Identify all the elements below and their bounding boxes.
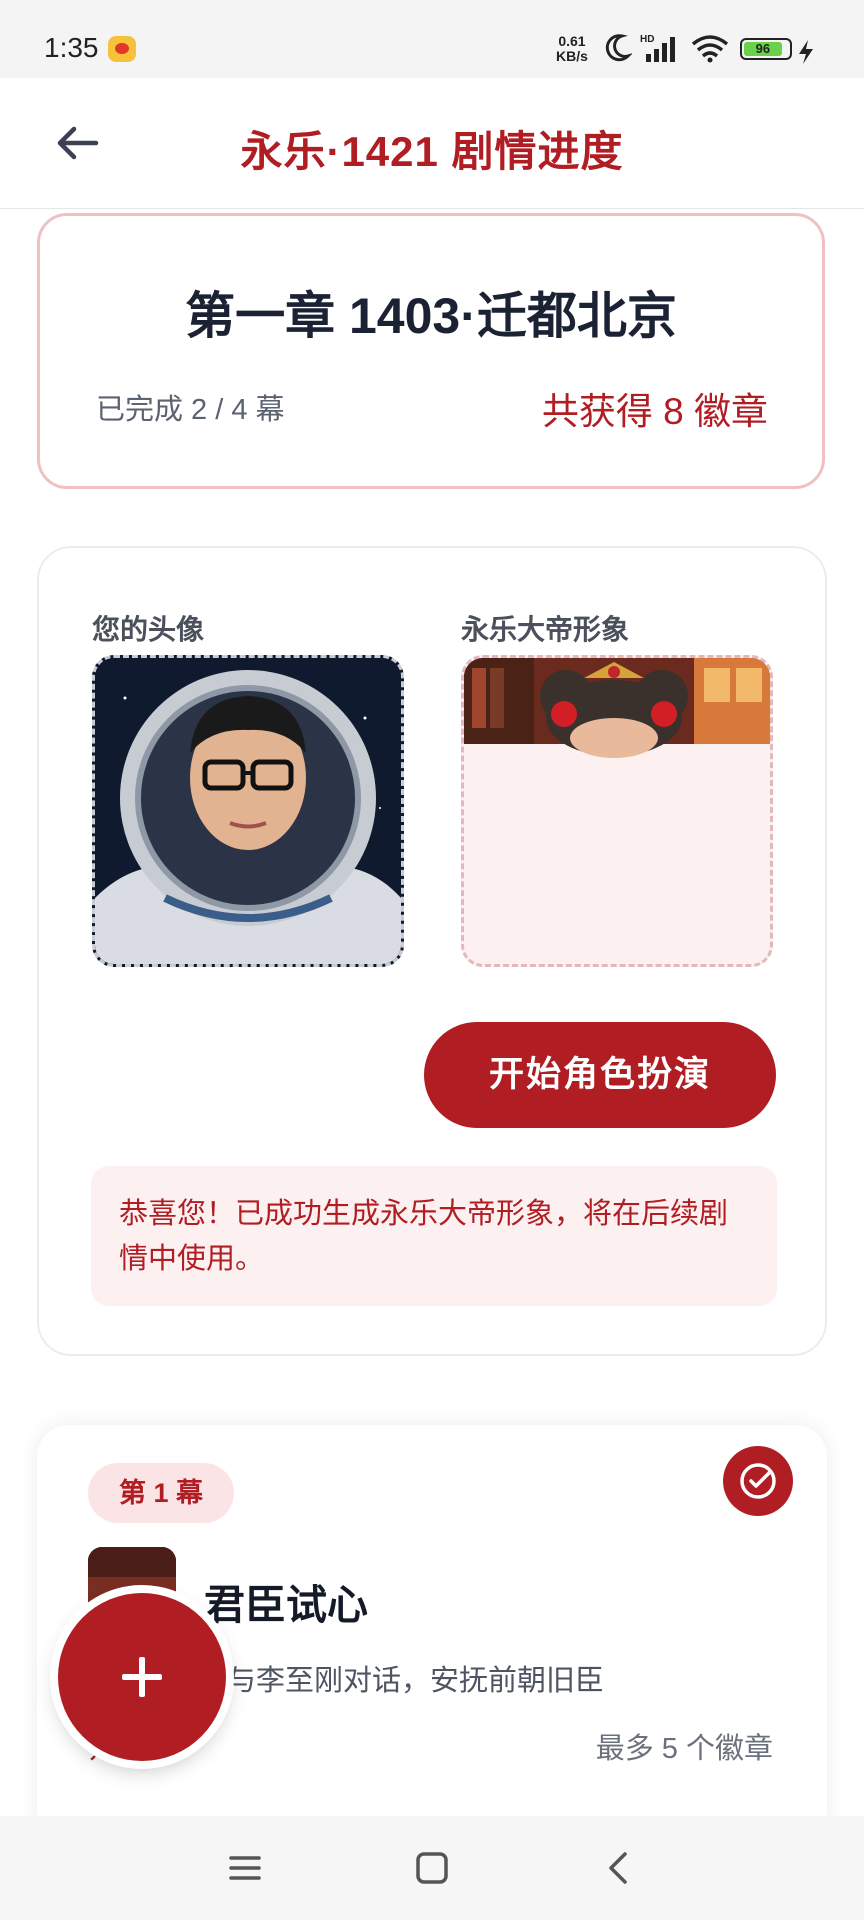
network-speed: 0.61 KB/s	[556, 33, 588, 64]
check-circle-icon	[723, 1446, 793, 1516]
status-time: 1:35	[44, 32, 99, 63]
weibo-icon	[108, 36, 136, 62]
user-avatar-label: 您的头像	[92, 614, 205, 645]
success-message: 恭喜您！已成功生成永乐大帝形象，将在后续剧情中使用。	[91, 1166, 777, 1306]
status-bar: 1:35 0.61 KB/s HD 96	[0, 0, 864, 78]
add-fab-button[interactable]	[58, 1593, 226, 1761]
signal-icon: HD	[640, 34, 675, 62]
menu-icon[interactable]	[223, 1846, 267, 1890]
back-chevron-icon[interactable]	[597, 1846, 641, 1890]
emperor-avatar-label: 永乐大帝形象	[461, 614, 630, 645]
scene-title: 君臣试心	[204, 1582, 368, 1628]
home-square-icon[interactable]	[410, 1846, 454, 1890]
scene-description: 与李至刚对话，安抚前朝旧臣	[227, 1665, 605, 1697]
start-roleplay-button[interactable]: 开始角色扮演	[424, 1022, 776, 1128]
moon-icon	[605, 34, 632, 62]
chapter-badges: 共获得 8 徽章	[541, 391, 768, 432]
battery-icon: 96	[740, 38, 792, 60]
chapter-progress: 已完成 2 / 4 幕	[96, 394, 285, 426]
scene-max-badges: 最多 5 个徽章	[595, 1733, 773, 1765]
wifi-icon	[691, 35, 729, 63]
scene-number-tag: 第 1 幕	[88, 1463, 234, 1523]
avatar-card: 您的头像 永乐大帝形象 开始角色扮演 恭喜您！已成功生成永乐大帝形象，将在后续剧…	[37, 546, 827, 1356]
emperor-avatar-image[interactable]	[461, 655, 773, 967]
svg-text:HD: HD	[640, 34, 654, 45]
battery-level: 96	[744, 42, 782, 56]
charging-icon	[799, 40, 813, 64]
app-bar: 永乐·1421 剧情进度	[0, 78, 864, 209]
system-nav-bar	[0, 1816, 864, 1920]
page-title: 永乐·1421 剧情进度	[240, 128, 624, 175]
user-avatar-image[interactable]	[92, 655, 404, 967]
chapter-card: 第一章 1403·迁都北京 已完成 2 / 4 幕 共获得 8 徽章	[37, 213, 825, 489]
chapter-title: 第一章 1403·迁都北京	[185, 288, 677, 344]
